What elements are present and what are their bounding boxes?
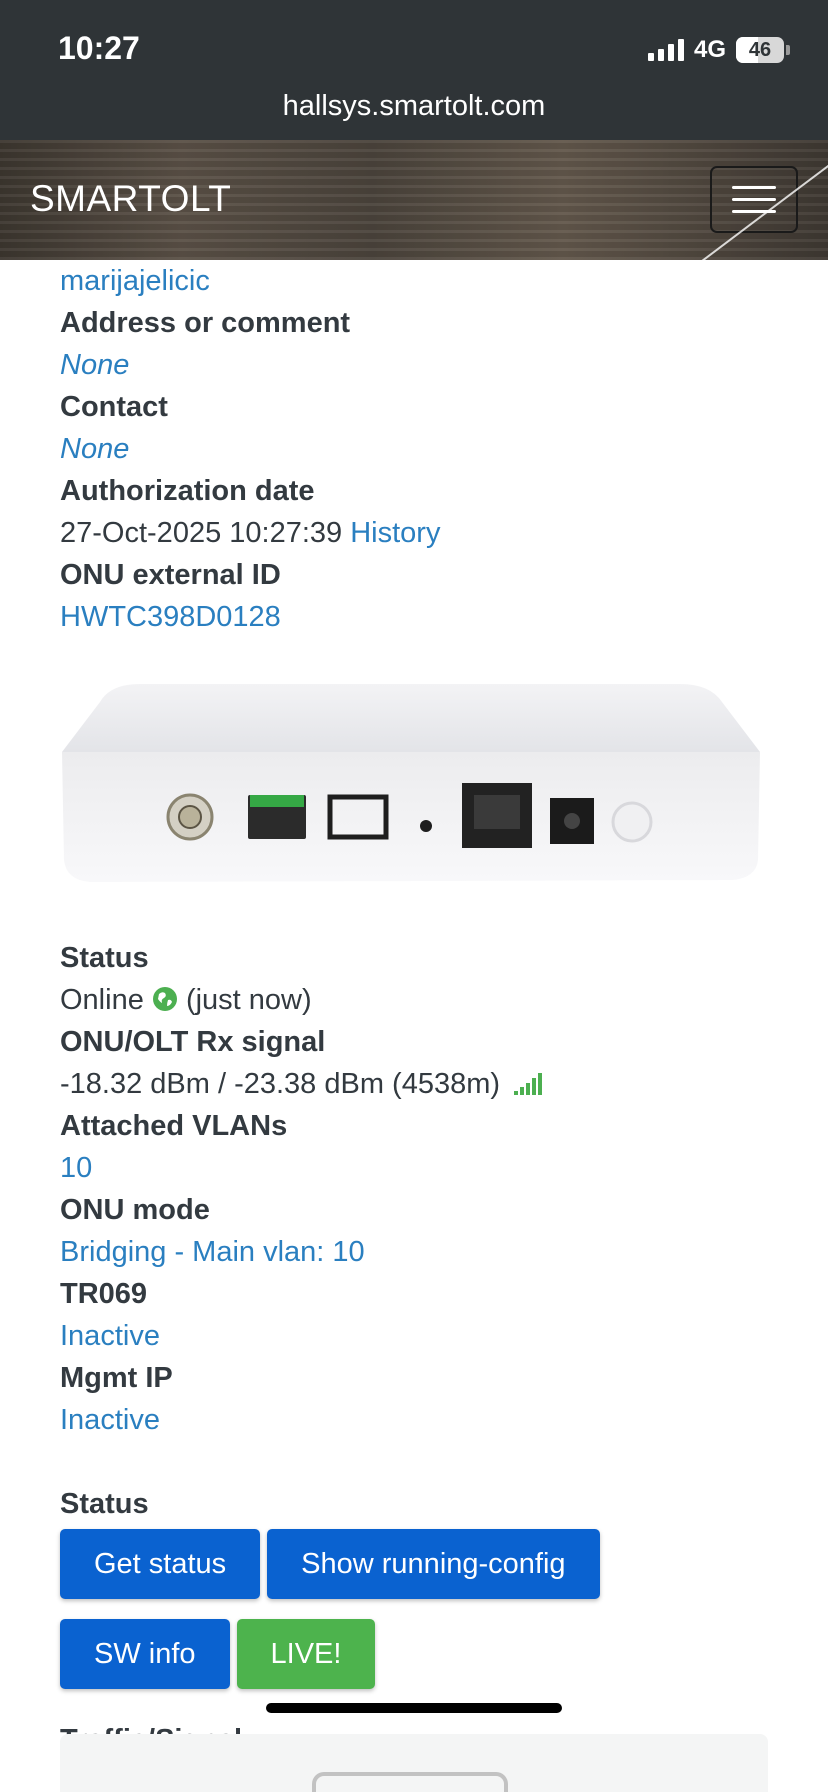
authorization-date-row: 27-Oct-2025 10:27:39 History (60, 512, 770, 554)
tr069-label: TR069 (60, 1278, 148, 1310)
status-value: Online (60, 984, 144, 1016)
hamburger-line (732, 198, 776, 201)
history-link[interactable]: History (350, 517, 440, 549)
status-time: (just now) (185, 984, 312, 1016)
site-navbar: SMARTOLT (0, 140, 828, 260)
browser-top-bar: 10:27 4G 46 hallsys.smartolt.com (0, 0, 828, 140)
rx-signal-label: ONU/OLT Rx signal (60, 1026, 326, 1058)
sw-info-button[interactable]: SW info (60, 1619, 230, 1689)
onu-mode-value[interactable]: Bridging - Main vlan: 10 (60, 1231, 770, 1273)
action-buttons-row-1: Get status Show running-config (60, 1529, 770, 1599)
rx-signal-row: -18.32 dBm / -23.38 dBm (4538m) (60, 1063, 770, 1105)
vlans-value[interactable]: 10 (60, 1147, 770, 1189)
traffic-chart-preview (312, 1772, 508, 1792)
onu-mode-label: ONU mode (60, 1194, 210, 1226)
get-status-button[interactable]: Get status (60, 1529, 261, 1599)
brand-logo[interactable]: SMARTOLT (30, 178, 231, 220)
mgmt-ip-value[interactable]: Inactive (60, 1399, 770, 1441)
mgmt-ip-label: Mgmt IP (60, 1362, 173, 1394)
network-type: 4G (693, 36, 726, 63)
address-label: Address or comment (60, 307, 351, 339)
globe-icon (152, 987, 177, 1011)
username-link[interactable]: marijajelicic (60, 260, 770, 302)
hamburger-menu-button[interactable] (710, 166, 798, 233)
tr069-value[interactable]: Inactive (60, 1315, 770, 1357)
status-row: Online (just now) (60, 979, 770, 1021)
cellular-signal-icon (647, 39, 684, 61)
hamburger-icon (732, 186, 776, 189)
status-indicators: 4G 46 (647, 36, 790, 64)
status-label: Status (60, 942, 149, 974)
battery-tip (786, 45, 790, 55)
rx-signal-value: -18.32 dBm / -23.38 dBm (4538m) (60, 1068, 501, 1100)
external-id-value[interactable]: HWTC398D0128 (60, 596, 770, 638)
onu-details: marijajelicic Address or comment None Co… (60, 260, 770, 1761)
battery-level: 46 (748, 38, 772, 61)
address-bar-url[interactable]: hallsys.smartolt.com (0, 90, 828, 123)
signal-bars-icon (514, 1073, 543, 1095)
contact-label: Contact (60, 391, 168, 423)
onu-device-image (62, 684, 760, 882)
authorization-date-value: 27-Oct-2025 10:27:39 (60, 517, 343, 549)
actions-section-label: Status (60, 1488, 149, 1520)
contact-value[interactable]: None (60, 428, 770, 470)
battery-icon: 46 (736, 37, 784, 63)
address-value[interactable]: None (60, 344, 770, 386)
live-button[interactable]: LIVE! (236, 1619, 376, 1689)
external-id-label: ONU external ID (60, 559, 281, 591)
vlans-label: Attached VLANs (60, 1110, 288, 1142)
hamburger-line (732, 210, 776, 213)
authorization-date-label: Authorization date (60, 475, 315, 507)
status-time: 10:27 (58, 30, 140, 66)
home-indicator[interactable] (266, 1703, 562, 1713)
show-running-config-button[interactable]: Show running-config (267, 1529, 600, 1599)
action-buttons-row-2: SW info LIVE! (60, 1619, 770, 1689)
